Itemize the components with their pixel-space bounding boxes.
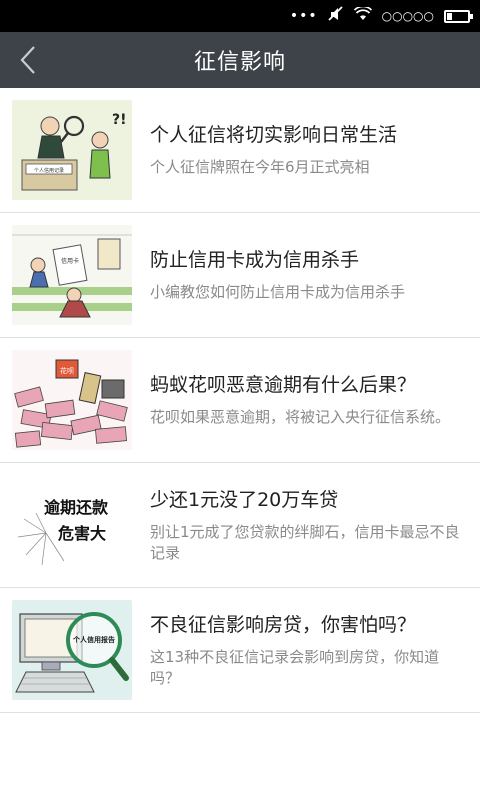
article-list: 个人信用记录 ?! 个人征信将切实影响日常生活 个人征信牌照在今年6月正式亮相 xyxy=(0,88,480,800)
svg-text:逾期还款: 逾期还款 xyxy=(44,498,109,517)
article-desc: 个人征信牌照在今年6月正式亮相 xyxy=(150,158,370,176)
svg-text:?!: ?! xyxy=(112,112,127,128)
wifi-icon xyxy=(353,5,372,25)
svg-text:个人信用报告: 个人信用报告 xyxy=(72,635,115,644)
chevron-left-icon xyxy=(20,46,35,74)
article-thumbnail: 花呗 xyxy=(12,350,132,450)
svg-text:信用卡: 信用卡 xyxy=(61,257,79,265)
list-item[interactable]: 信用卡 防止信用卡成为信用杀手 小编教您如何防止信用卡成为信用杀手 xyxy=(0,213,480,338)
list-item[interactable]: 花呗 蚂蚁花呗恶意逾期有什么后果？ 花呗如果恶意逾期，将被记入央行征信系统。 xyxy=(0,338,480,463)
article-desc: 这13种不良征信记录会影响到房贷，你知道吗？ xyxy=(150,647,440,687)
battery-icon xyxy=(444,9,473,23)
notification-dots-icon: ••• xyxy=(289,8,318,24)
list-item[interactable]: 个人信用报告 不良征信影响房贷，你害怕吗？ 这13种不良征信记录会影响到房贷，你… xyxy=(0,588,480,713)
status-bar: ••• ○○○○○ xyxy=(0,0,480,32)
article-thumbnail: 个人信用报告 xyxy=(12,600,132,700)
article-title: 少还1元没了20万车贷 xyxy=(150,488,339,511)
article-thumbnail: 信用卡 xyxy=(12,225,132,325)
svg-text:危害大: 危害大 xyxy=(58,524,106,543)
article-desc: 小编教您如何防止信用卡成为信用杀手 xyxy=(150,283,406,301)
mute-icon xyxy=(328,6,344,26)
article-thumbnail: 逾期还款 危害大 xyxy=(12,475,132,575)
svg-text:花呗: 花呗 xyxy=(60,366,74,375)
list-item[interactable]: 个人信用记录 ?! 个人征信将切实影响日常生活 个人征信牌照在今年6月正式亮相 xyxy=(0,88,480,213)
article-desc: 别让1元成了您贷款的绊脚石，信用卡最忌不良记录 xyxy=(150,522,460,562)
svg-text:个人信用记录: 个人信用记录 xyxy=(34,167,64,174)
article-thumbnail: 个人信用记录 ?! xyxy=(12,100,132,200)
list-empty-area xyxy=(0,713,480,800)
back-button[interactable] xyxy=(0,32,56,88)
article-title: 蚂蚁花呗恶意逾期有什么后果？ xyxy=(150,374,417,396)
nav-bar: 征信影响 xyxy=(0,32,480,88)
article-title: 个人征信将切实影响日常生活 xyxy=(150,124,398,146)
article-title: 防止信用卡成为信用杀手 xyxy=(150,249,360,271)
page-title: 征信影响 xyxy=(193,50,286,75)
signal-icon: ○○○○○ xyxy=(381,9,434,23)
list-item[interactable]: 逾期还款 危害大 少还1元没了20万车贷 别让1元成了您贷款的绊脚石，信用卡最忌… xyxy=(0,463,480,588)
article-title: 不良征信影响房贷，你害怕吗？ xyxy=(150,613,417,636)
article-desc: 花呗如果恶意逾期，将被记入央行征信系统。 xyxy=(150,408,451,426)
